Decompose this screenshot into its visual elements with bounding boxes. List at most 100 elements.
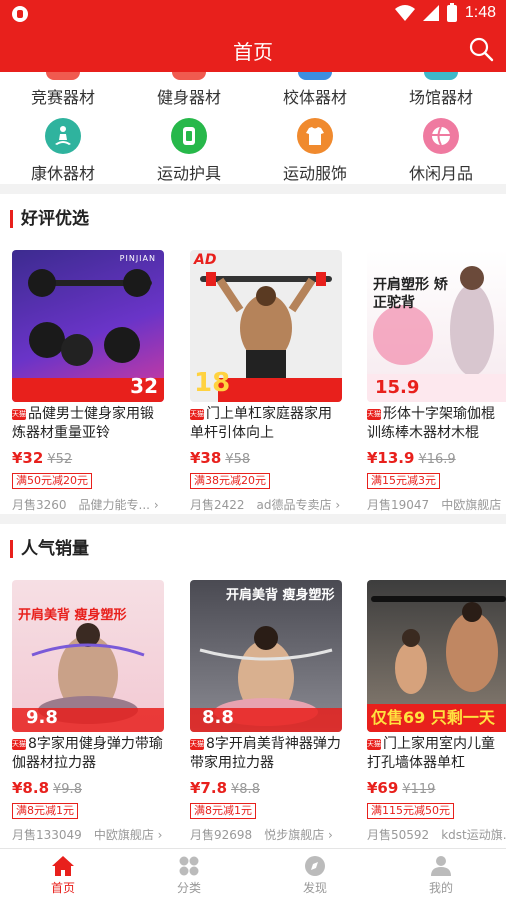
- product-name: 天猫 8字开肩美背神器弹力带家用拉力器: [190, 735, 345, 773]
- product-old-price: ¥52: [47, 452, 73, 467]
- category-recovery[interactable]: 康休器材: [0, 118, 126, 184]
- chevron-right-icon: ›: [153, 828, 163, 842]
- monthly-sales: 月售2422: [190, 498, 245, 512]
- wristband-icon: [171, 118, 207, 154]
- meditation-icon: [45, 118, 81, 154]
- coupon-badge: 满50元减20元: [12, 473, 92, 489]
- tab-mine[interactable]: 我的: [378, 855, 504, 896]
- product-price: ¥13.9: [367, 449, 415, 467]
- product-image-price: 9.8: [26, 707, 58, 728]
- page-title: 首页: [233, 40, 273, 64]
- product-old-price: ¥9.8: [53, 782, 82, 797]
- product-image-price: 8.8: [202, 707, 234, 728]
- tab-label: 分类: [176, 881, 201, 895]
- coupon-badge: 满115元减50元: [367, 803, 454, 819]
- product-image[interactable]: 开肩美背 瘦身塑形 9.8: [12, 580, 164, 732]
- product-price: ¥8.8: [12, 779, 50, 797]
- chevron-right-icon: ›: [324, 828, 333, 842]
- product-card[interactable]: 开肩美背 瘦身塑形 9.8 天猫 8字家用健身弹力带瑜伽器材拉力器 ¥8.8 ¥9.…: [12, 580, 167, 843]
- product-image-price: 15.9: [375, 377, 420, 398]
- category-grid: 竞赛器材 健身器材 校体器材 场馆器材 康休器材 运动护具 运动服饰 休闲月品: [0, 72, 506, 184]
- product-card[interactable]: 仅售69 只剩一天 天猫 门上家用室内儿童打孔墙体器单杠 ¥69 ¥119 满115…: [367, 580, 506, 843]
- category-icon: [172, 72, 206, 80]
- section-popular-sales: 人气销量 开肩美背 瘦身塑形 9.8 天猫 8字家用健身弹力带瑜伽器材拉力器 ¥8…: [0, 524, 506, 848]
- category-apparel[interactable]: 运动服饰: [252, 118, 378, 184]
- shop-name: ad德品专卖店: [256, 498, 332, 512]
- tab-home[interactable]: 首页: [0, 855, 126, 896]
- product-name: 天猫 门上家用室内儿童打孔墙体器单杠: [367, 735, 506, 773]
- category-competition[interactable]: 竞赛器材: [0, 72, 126, 108]
- coupon-badge: 满15元减3元: [367, 473, 440, 489]
- scroll-content[interactable]: 竞赛器材 健身器材 校体器材 场馆器材 康休器材 运动护具 运动服饰 休闲月品 …: [0, 72, 506, 848]
- monthly-sales: 月售3260: [12, 498, 67, 512]
- product-name: 天猫 8字家用健身弹力带瑜伽器材拉力器: [12, 735, 167, 773]
- product-image-caption: PINJIAN: [119, 254, 156, 263]
- product-price: ¥32: [12, 449, 44, 467]
- grid-icon: [179, 856, 199, 876]
- product-old-price: ¥8.8: [231, 782, 260, 797]
- monthly-sales: 月售92698: [190, 828, 253, 842]
- product-image-caption: 仅售69 只剩一天: [371, 708, 495, 727]
- tmall-badge-icon: 天猫: [190, 739, 204, 750]
- signal-icon: [422, 5, 439, 21]
- tab-label: 我的: [428, 881, 453, 895]
- product-image[interactable]: PINJIAN 32: [12, 250, 164, 402]
- product-old-price: ¥119: [402, 782, 436, 797]
- status-time: 1:48: [464, 4, 496, 21]
- status-bar: 1:48: [0, 0, 506, 28]
- product-image[interactable]: 开肩美背 瘦身塑形 8.8: [190, 580, 342, 732]
- person-icon: [431, 856, 451, 876]
- shop-name: 悦步旗舰店: [264, 828, 325, 842]
- product-card[interactable]: PINJIAN 32 天猫 品健男士健身家用锻炼器材重量亚铃 ¥32 ¥52 满50…: [12, 250, 167, 513]
- product-image[interactable]: 开肩塑形 矫正驼背 15.9: [367, 250, 506, 402]
- product-image-caption: AD: [194, 252, 217, 268]
- coupon-badge: 满8元减1元: [12, 803, 78, 819]
- shop-name: 中欧旗舰店: [93, 828, 154, 842]
- section-title: 好评优选: [10, 210, 89, 228]
- coupon-badge: 满8元减1元: [190, 803, 256, 819]
- product-card[interactable]: 开肩美背 瘦身塑形 8.8 天猫 8字开肩美背神器弹力带家用拉力器 ¥7.8 ¥8.…: [190, 580, 345, 843]
- section-title: 人气销量: [10, 540, 89, 558]
- product-price: ¥69: [367, 779, 399, 797]
- category-venue[interactable]: 场馆器材: [378, 72, 504, 108]
- monthly-sales: 月售50592: [367, 828, 430, 842]
- monthly-sales: 月售133049: [12, 828, 82, 842]
- category-icon: [298, 72, 332, 80]
- product-card[interactable]: 开肩塑形 矫正驼背 15.9 天猫 形体十字架瑜伽棍训练棒木器材木棍 ¥13.9 ¥…: [367, 250, 506, 513]
- chevron-right-icon: ›: [331, 498, 341, 512]
- home-icon: [52, 856, 74, 876]
- category-leisure[interactable]: 休闲月品: [378, 118, 504, 184]
- category-protective[interactable]: 运动护具: [126, 118, 252, 184]
- product-name-text: 品健男士健身家用锻炼器材重量亚铃: [12, 406, 154, 441]
- category-school[interactable]: 校体器材: [252, 72, 378, 108]
- shop-name: 中欧旗舰店: [441, 498, 502, 512]
- tmall-badge-icon: 天猫: [190, 409, 204, 420]
- category-label: 休闲月品: [408, 164, 473, 183]
- category-label: 运动护具: [156, 164, 221, 183]
- battery-icon: [446, 2, 457, 22]
- monthly-sales: 月售19047: [367, 498, 430, 512]
- product-image-caption: 开肩塑形 矫正驼背: [373, 277, 448, 311]
- search-icon[interactable]: [468, 36, 494, 62]
- product-price: ¥7.8: [190, 779, 228, 797]
- product-image[interactable]: AD 18: [190, 250, 342, 402]
- category-fitness[interactable]: 健身器材: [126, 72, 252, 108]
- coupon-badge: 满38元减20元: [190, 473, 270, 489]
- wifi-icon: [394, 5, 415, 21]
- shop-name: 品健力能专...: [78, 498, 150, 512]
- app-notification-icon: [12, 6, 28, 22]
- product-old-price: ¥58: [225, 452, 251, 467]
- header: 首页: [0, 28, 506, 72]
- product-name: 天猫 门上单杠家庭器家用单杆引体向上: [190, 405, 345, 443]
- product-name-text: 形体十字架瑜伽棍训练棒木器材木棍: [367, 406, 495, 441]
- category-label: 康休器材: [30, 164, 95, 183]
- product-image-caption: 开肩美背 瘦身塑形: [226, 588, 335, 603]
- tab-category[interactable]: 分类: [126, 855, 252, 896]
- tmall-badge-icon: 天猫: [367, 409, 381, 420]
- tab-discover[interactable]: 发现: [252, 855, 378, 896]
- product-image[interactable]: 仅售69 只剩一天: [367, 580, 506, 732]
- chevron-right-icon: ›: [150, 498, 159, 512]
- category-label: 运动服饰: [282, 164, 347, 183]
- category-icon: [424, 72, 458, 80]
- product-card[interactable]: AD 18 天猫 门上单杠家庭器家用单杆引体向上 ¥38 ¥58 满38元减20元 …: [190, 250, 345, 513]
